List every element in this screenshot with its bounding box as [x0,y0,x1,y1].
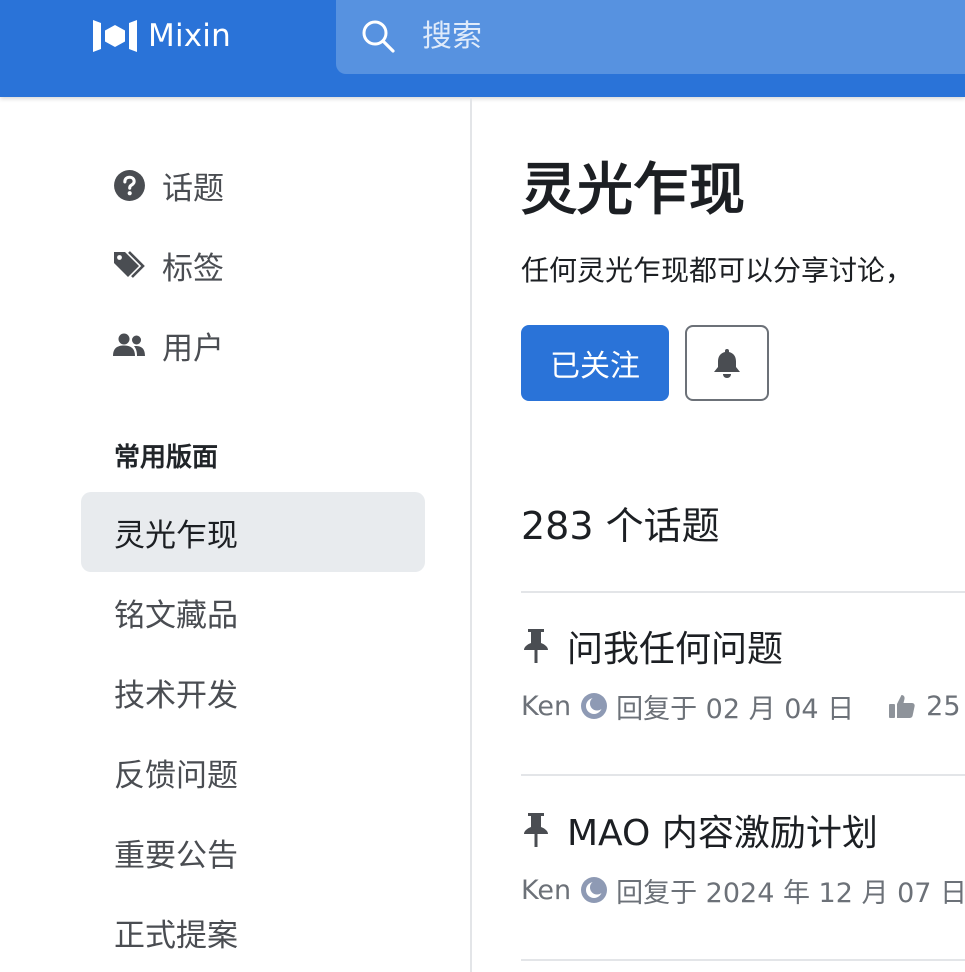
thumbs-up-icon [888,692,916,720]
sidebar-item-topics[interactable]: 话题 [112,163,224,207]
topic-reply-time: 回复于 02 月 04 日 [616,693,855,725]
search-icon [362,20,395,53]
mixin-logo-icon [93,20,137,52]
topic-title-link[interactable]: MAO 内容激励计划 [521,805,878,855]
topic-title-text: 问我任何问题 [567,629,784,670]
category-label: 重要公告 [114,837,238,874]
mixin-logo[interactable]: Mixin [92,16,231,56]
sidebar-item-tags[interactable]: 标签 [112,243,224,287]
category-label: 灵光乍现 [114,517,238,554]
logo-text: Mixin [148,18,231,54]
avatar[interactable] [580,692,608,720]
topic-reply-time: 回复于 2024 年 12 月 07 日 [616,877,965,909]
divider [521,774,965,776]
notification-button[interactable] [685,325,769,401]
sidebar-category-item[interactable]: 技术开发 [81,652,425,732]
sidebar-item-users[interactable]: 用户 [112,323,224,367]
users-icon [112,328,146,362]
divider [521,591,965,593]
topic-like-count: 25 [926,690,961,722]
top-header: Mixin [0,0,965,97]
category-title: 灵光乍现 [521,158,745,223]
category-description: 任何灵光乍现都可以分享讨论， [521,254,914,287]
sidebar-item-label: 话题 [162,170,224,207]
category-label: 铭文藏品 [114,597,238,634]
bell-icon [714,349,740,378]
sidebar-category-item[interactable]: 灵光乍现 [81,492,425,572]
topic-author[interactable]: Ken [521,875,571,906]
search-input[interactable] [422,12,962,60]
avatar[interactable] [580,876,608,904]
pin-icon [521,810,557,850]
sidebar-category-item[interactable]: 正式提案 [81,892,425,972]
topic-author[interactable]: Ken [521,691,571,722]
sidebar-category-item[interactable]: 重要公告 [81,812,425,892]
topic-meta: Ken 回复于 2024 年 12 月 07 日 [521,872,965,909]
sidebar-item-label: 标签 [162,250,224,287]
topic-title-link[interactable]: 问我任何问题 [521,621,783,671]
follow-button[interactable]: 已关注 [521,325,669,401]
section-title: 常用版面 [114,443,219,473]
topic-meta: Ken 回复于 02 月 04 日 25 [521,688,961,725]
divider [521,959,965,961]
topic-count: 283 个话题 [521,504,720,548]
sidebar-category-item[interactable]: 反馈问题 [81,732,425,812]
topic-likes: 25 [888,690,961,722]
sidebar: 话题 标签 用户 常用版面 灵光乍现 铭文藏品 技术开发 反馈问题 重要公告 正… [0,97,472,972]
main-content: 灵光乍现 任何灵光乍现都可以分享讨论， 已关注 283 个话题 问我任何问题 K… [474,97,965,972]
sidebar-category-item[interactable]: 铭文藏品 [81,572,425,652]
search-bar[interactable] [336,0,965,74]
pin-icon [521,626,557,666]
topic-title-text: MAO 内容激励计划 [567,813,878,854]
question-circle-icon [112,168,146,202]
tags-icon [112,248,146,282]
sidebar-item-label: 用户 [162,330,224,367]
category-label: 技术开发 [114,677,238,714]
category-label: 正式提案 [114,917,238,954]
category-label: 反馈问题 [114,757,238,794]
